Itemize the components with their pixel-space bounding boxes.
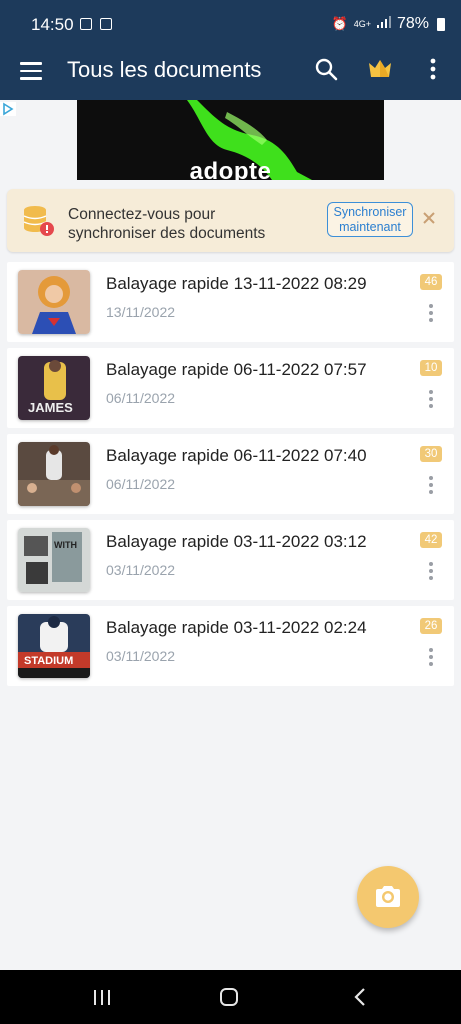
document-thumbnail[interactable]: STADIUM: [18, 614, 90, 678]
camera-button[interactable]: [357, 866, 419, 928]
battery-level: 78%: [396, 15, 429, 32]
page-count-badge: 42: [420, 532, 442, 548]
page-title: Tous les documents: [67, 57, 262, 82]
close-icon[interactable]: [422, 211, 436, 225]
app-bar: Tous les documents: [0, 50, 461, 100]
menu-icon[interactable]: [20, 62, 42, 80]
status-bar: 14:50 ⏰ 4G+ 78%: [0, 0, 461, 50]
more-vertical-icon[interactable]: [425, 57, 441, 81]
item-more-icon[interactable]: [427, 476, 435, 496]
document-thumbnail[interactable]: WITH: [18, 528, 90, 592]
document-title: Balayage rapide 13-11-2022 08:29: [106, 274, 367, 293]
system-nav-bar: [0, 970, 461, 1024]
svg-text:JAMES: JAMES: [28, 400, 73, 415]
camera-icon: [376, 886, 400, 907]
list-item[interactable]: Balayage rapide 13-11-2022 08:29 13/11/2…: [7, 262, 454, 342]
document-list: Balayage rapide 13-11-2022 08:29 13/11/2…: [7, 262, 454, 692]
page-count-badge: 30: [420, 446, 442, 462]
document-thumbnail[interactable]: [18, 442, 90, 506]
item-more-icon[interactable]: [427, 562, 435, 582]
svg-text:WITH: WITH: [54, 540, 77, 550]
crown-icon[interactable]: [367, 57, 393, 81]
list-item[interactable]: Balayage rapide 06-11-2022 07:40 06/11/2…: [7, 434, 454, 514]
network-label: 4G+: [353, 19, 371, 29]
item-more-icon[interactable]: [427, 304, 435, 324]
document-title: Balayage rapide 03-11-2022 02:24: [106, 618, 367, 637]
signal-icon: [376, 15, 391, 33]
ad-choices-icon[interactable]: [0, 102, 16, 116]
page-count-badge: 46: [420, 274, 442, 290]
top-header: 14:50 ⏰ 4G+ 78% Tous les documents: [0, 0, 461, 100]
battery-icon: [437, 17, 445, 31]
page-count-badge: 26: [420, 618, 442, 634]
ad-banner[interactable]: adopte: [77, 100, 384, 180]
back-icon[interactable]: [354, 988, 366, 1006]
ad-text: adopte: [189, 158, 272, 180]
sync-banner: Connectez-vous pour synchroniser des doc…: [7, 189, 454, 252]
recent-apps-icon[interactable]: [93, 990, 111, 1005]
document-date: 03/11/2022: [106, 648, 176, 664]
page-count-badge: 10: [420, 360, 442, 376]
gallery-icon: [80, 18, 92, 30]
sync-now-button[interactable]: Synchroniser maintenant: [327, 202, 413, 237]
document-title: Balayage rapide 03-11-2022 03:12: [106, 532, 367, 551]
document-date: 06/11/2022: [106, 390, 176, 406]
document-title: Balayage rapide 06-11-2022 07:40: [106, 446, 367, 465]
search-icon[interactable]: [314, 57, 338, 81]
item-more-icon[interactable]: [427, 390, 435, 410]
notification-icon: [100, 18, 112, 30]
document-date: 03/11/2022: [106, 562, 176, 578]
list-item[interactable]: JAMES Balayage rapide 06-11-2022 07:57 0…: [7, 348, 454, 428]
status-time: 14:50: [31, 15, 74, 34]
svg-text:STADIUM: STADIUM: [24, 655, 73, 667]
item-more-icon[interactable]: [427, 648, 435, 668]
database-warning-icon: [23, 206, 54, 236]
list-item[interactable]: STADIUM Balayage rapide 03-11-2022 02:24…: [7, 606, 454, 686]
document-date: 13/11/2022: [106, 304, 176, 320]
list-item[interactable]: WITH Balayage rapide 03-11-2022 03:12 03…: [7, 520, 454, 600]
document-date: 06/11/2022: [106, 476, 176, 492]
banner-message: Connectez-vous pour synchroniser des doc…: [68, 206, 266, 242]
alarm-icon: ⏰: [331, 16, 348, 31]
document-thumbnail[interactable]: JAMES: [18, 356, 90, 420]
document-title: Balayage rapide 06-11-2022 07:57: [106, 360, 367, 379]
document-thumbnail[interactable]: [18, 270, 90, 334]
home-icon[interactable]: [220, 988, 238, 1006]
